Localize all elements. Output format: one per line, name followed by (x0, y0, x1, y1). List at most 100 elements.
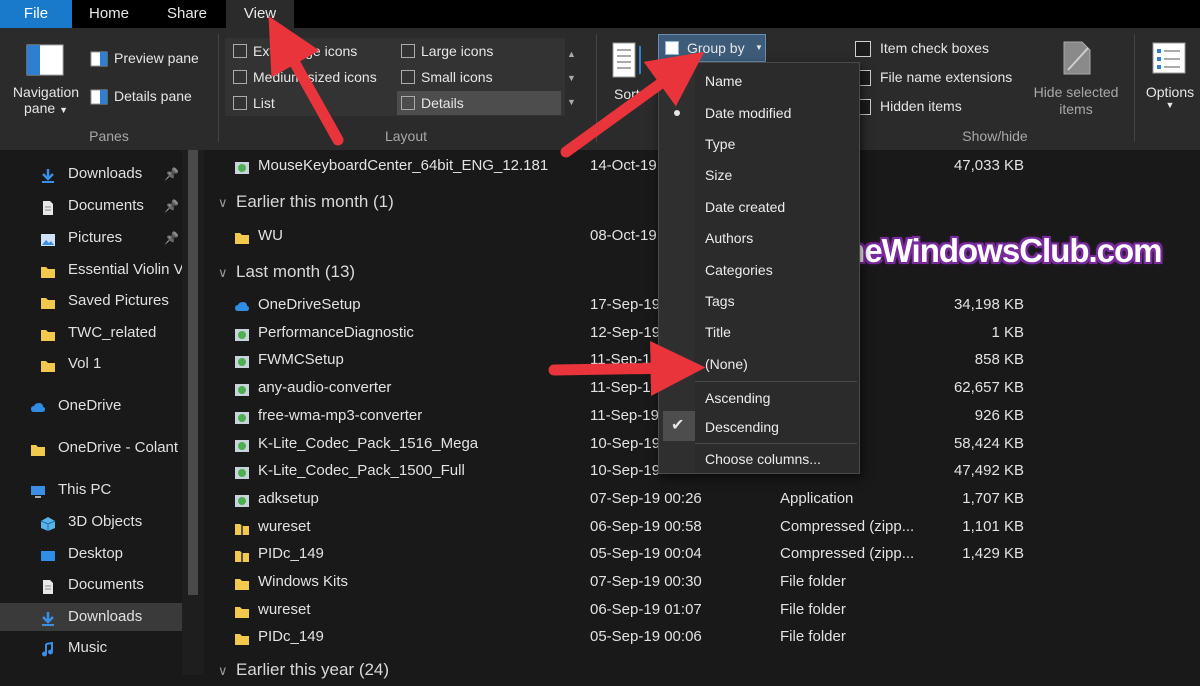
sort-by-button[interactable]: Sort (614, 86, 640, 102)
layout-large-icons[interactable]: Large icons (397, 39, 561, 63)
installer-icon (234, 491, 250, 507)
nav-item[interactable]: TWC_related (0, 319, 182, 347)
folder-icon (234, 574, 250, 590)
group-by-option[interactable]: Type (705, 136, 735, 152)
file-row[interactable]: PIDc_149 05-Sep-19 00:06 File folder (204, 623, 1200, 650)
layout-extra-large-icons-label: Extra large icons (253, 43, 358, 59)
chevron-down-icon[interactable]: ∨ (218, 656, 236, 686)
folder-icon (40, 293, 56, 309)
file-date: 10-Sep-19 (590, 462, 661, 480)
nav-item[interactable]: Documents (0, 571, 182, 599)
file-row[interactable]: adksetup 07-Sep-19 00:26 Application 1,707 … (204, 485, 1200, 512)
nav-item[interactable]: Essential Violin V (0, 256, 182, 284)
scrollbar-thumb[interactable] (188, 150, 198, 595)
layout-large-icons-label: Large icons (421, 43, 494, 59)
tab-file[interactable]: File (0, 0, 72, 28)
chevron-down-icon[interactable]: ∨ (218, 258, 236, 288)
file-date: 11-Sep-19 (590, 351, 659, 369)
group-by-option[interactable]: (None) (705, 356, 748, 372)
file-name-extensions-label: File name extensions (880, 69, 1013, 85)
scroll-up-icon[interactable]: ▲ (567, 42, 576, 66)
navigation-scrollbar[interactable] (182, 150, 204, 675)
file-name: wureset (258, 600, 311, 618)
folder-icon (30, 440, 46, 456)
options-button[interactable]: Options ▼ (1142, 84, 1198, 110)
group-header[interactable]: ∨ Last month (13) (218, 257, 355, 287)
group-by-option[interactable]: Date created (705, 199, 785, 215)
group-header-label: Earlier this year (24) (236, 660, 390, 679)
nav-item[interactable]: OneDrive (0, 392, 182, 420)
file-date: 17-Sep-19 (590, 296, 661, 313)
menu-separator (695, 381, 857, 382)
choose-columns-option[interactable]: Choose columns... (705, 451, 821, 467)
file-row[interactable]: Windows Kits 07-Sep-19 00:30 File folder (204, 568, 1200, 595)
options-label: Options (1145, 84, 1195, 100)
nav-item[interactable]: This PC (0, 476, 182, 504)
nav-item-label: 3D Objects (68, 513, 143, 530)
layout-list-label: List (253, 95, 275, 111)
layout-gallery: Extra large icons Large icons Medium-siz… (225, 38, 576, 116)
hide-selected-items-button[interactable]: Hide selected items (1026, 84, 1126, 118)
file-row[interactable]: PIDc_149 05-Sep-19 00:04 Compressed (zipp.… (204, 540, 1200, 567)
group-by-label: Group by (687, 40, 745, 56)
file-row[interactable]: wureset 06-Sep-19 00:58 Compressed (zipp..… (204, 513, 1200, 540)
nav-item[interactable]: Vol 1 (0, 350, 182, 378)
details-pane-button[interactable]: Details pane (114, 88, 192, 104)
group-by-option[interactable]: Categories (705, 262, 773, 278)
group-by-button[interactable]: Group by ▼ (658, 34, 766, 62)
group-by-option[interactable]: Authors (705, 230, 753, 246)
tab-home[interactable]: Home (76, 0, 142, 28)
preview-pane-button[interactable]: Preview pane (114, 50, 199, 66)
layout-small-icons-label: Small icons (421, 69, 493, 85)
layout-scroll-buttons[interactable]: ▲ ▼ ▼ (567, 42, 576, 114)
nav-item-label: Pictures (68, 229, 123, 246)
tab-share[interactable]: Share (154, 0, 220, 28)
layout-medium-icons[interactable]: Medium-sized icons (229, 65, 413, 89)
folder-icon (40, 262, 56, 278)
file-date: 11-Sep-19 (590, 406, 659, 424)
file-size: 926 KB (974, 406, 1024, 424)
layout-details[interactable]: Details (397, 91, 561, 115)
nav-item[interactable]: Documents 📌 (0, 192, 182, 220)
file-type: File folder (780, 600, 846, 618)
gallery-more-icon[interactable]: ▼ (567, 90, 576, 114)
nav-item[interactable]: Pictures 📌 (0, 224, 182, 252)
layout-small-icons[interactable]: Small icons (397, 65, 561, 89)
navigation-pane-button[interactable]: Navigation pane ▼ (8, 84, 84, 116)
group-by-option[interactable]: Title (705, 324, 731, 340)
sort-ascending-option[interactable]: Ascending (705, 390, 770, 406)
scroll-down-icon[interactable]: ▼ (567, 66, 576, 90)
group-by-option[interactable]: Tags (705, 293, 735, 309)
layout-list[interactable]: List (229, 91, 413, 115)
sort-descending-option[interactable]: Descending (705, 419, 779, 435)
group-by-menu: Name Date modified Type Size Date created Aut… (658, 62, 860, 474)
nav-item[interactable]: Downloads (0, 603, 182, 631)
file-name: adksetup (258, 489, 319, 507)
nav-item-label: OneDrive - Colant (58, 439, 179, 456)
large-icons-icon (401, 44, 415, 58)
group-header[interactable]: ∨ Earlier this year (24) (218, 655, 389, 685)
navigation-pane-label: Navigation (12, 84, 80, 100)
pin-icon: 📌 (164, 167, 179, 181)
nav-item[interactable]: Desktop (0, 540, 182, 568)
nav-item-label: This PC (58, 481, 112, 498)
file-row[interactable]: wureset 06-Sep-19 01:07 File folder (204, 596, 1200, 623)
layout-details-label: Details (421, 95, 464, 111)
small-icons-icon (401, 70, 415, 84)
layout-extra-large-icons[interactable]: Extra large icons (229, 39, 413, 63)
group-by-option[interactable]: Date modified (705, 105, 791, 121)
item-check-boxes-checkbox[interactable] (855, 41, 871, 57)
cube-icon (40, 514, 56, 531)
group-by-option[interactable]: Size (705, 167, 732, 183)
group-header[interactable]: ∨ Earlier this month (1) (218, 187, 394, 217)
nav-item[interactable]: Saved Pictures (0, 287, 182, 315)
chevron-down-icon[interactable]: ∨ (218, 188, 236, 218)
nav-item[interactable]: Downloads 📌 (0, 160, 182, 188)
group-by-option[interactable]: Name (705, 73, 742, 89)
nav-item[interactable]: 3D Objects (0, 508, 182, 536)
file-size: 1,429 KB (962, 545, 1024, 563)
nav-item[interactable]: Music (0, 634, 182, 662)
tab-view[interactable]: View (226, 0, 294, 28)
nav-item[interactable]: OneDrive - Colant (0, 434, 182, 462)
pin-icon: 📌 (164, 231, 179, 245)
